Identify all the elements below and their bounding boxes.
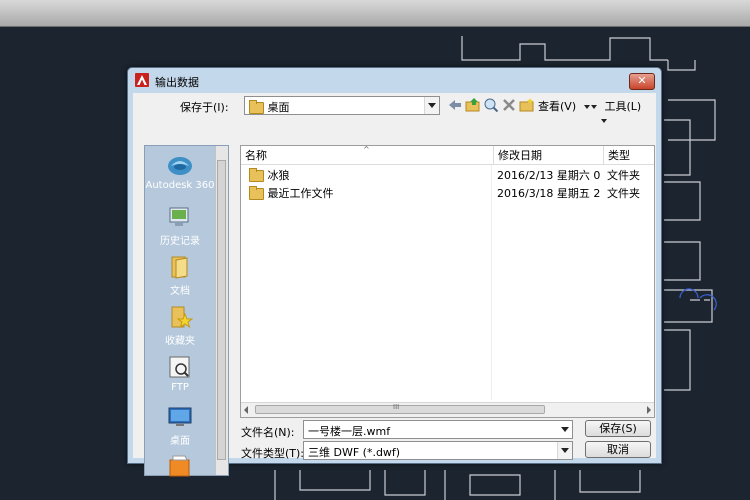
sort-up-icon: ^ — [363, 145, 370, 154]
dialog-client-area: 保存于(I): 桌面 查看(V) 工具(L) Autodesk 360 历史记录… — [133, 93, 656, 477]
place-history[interactable]: 历史记录 — [145, 204, 215, 247]
place-label: FTP — [171, 382, 189, 393]
chevron-down-icon — [557, 442, 572, 459]
places-bar: Autodesk 360 历史记录 文档 收藏夹 FTP 桌面 — [144, 145, 229, 477]
up-folder-icon — [465, 98, 480, 112]
scroll-grip: III — [393, 403, 400, 411]
autocad-app-icon — [135, 73, 149, 87]
file-type: 文件夹 — [607, 187, 640, 200]
close-button[interactable]: ✕ — [629, 73, 655, 90]
place-more[interactable] — [145, 452, 215, 480]
desktop-icon — [167, 404, 193, 430]
file-name: 最近工作文件 — [267, 187, 334, 200]
file-list: 名称 ^ 修改日期 类型 冰狼 2016/2/13 星期六 0... 文件夹 最… — [240, 145, 655, 418]
cad-top-toolbar — [0, 0, 750, 27]
chevron-down-icon — [558, 421, 572, 438]
scrollbar-thumb[interactable]: III — [255, 403, 545, 414]
documents-icon — [167, 254, 193, 280]
place-label: 文档 — [170, 286, 190, 297]
place-label: Autodesk 360 — [145, 180, 215, 191]
file-type-value: 三维 DWF (*.dwf) — [308, 446, 401, 459]
column-label: 名称 — [245, 149, 267, 162]
file-name-cell: 最近工作文件 — [249, 185, 334, 202]
place-ftp[interactable]: FTP — [145, 354, 215, 393]
favorites-icon — [167, 304, 194, 330]
save-button[interactable]: 保存(S) — [585, 420, 651, 437]
new-folder-button[interactable] — [519, 97, 535, 113]
scroll-right-icon[interactable] — [647, 406, 651, 414]
list-item[interactable]: 冰狼 2016/2/13 星期六 0... 文件夹 — [241, 167, 654, 184]
chevron-down-icon — [601, 119, 607, 123]
places-scrollbar[interactable] — [215, 146, 228, 475]
place-label: 历史记录 — [160, 236, 200, 247]
view-menu-label: 查看(V) — [538, 100, 577, 113]
file-name-input[interactable]: 一号楼一层.wmf — [303, 420, 573, 439]
place-favorites[interactable]: 收藏夹 — [145, 304, 215, 347]
place-label: 桌面 — [170, 436, 190, 447]
column-header-date[interactable]: 修改日期 — [494, 146, 604, 165]
folder-icon — [249, 168, 264, 182]
place-label: 收藏夹 — [165, 336, 195, 347]
delete-x-icon — [503, 99, 515, 111]
save-in-label: 保存于(I): — [180, 101, 229, 114]
search-web-button[interactable] — [483, 97, 499, 113]
save-in-value-wrap: 桌面 — [249, 99, 290, 115]
file-date: 2016/3/18 星期五 2... — [497, 187, 601, 200]
scrollbar-thumb[interactable] — [217, 160, 226, 460]
new-folder-icon — [519, 98, 534, 112]
scroll-left-icon[interactable] — [244, 406, 248, 414]
column-header-name[interactable]: 名称 ^ — [241, 146, 494, 165]
file-type-label: 文件类型(T): — [241, 447, 305, 460]
search-icon — [484, 98, 499, 113]
folder-icon — [249, 100, 264, 114]
back-arrow-icon — [449, 100, 461, 110]
cancel-button[interactable]: 取消 — [585, 441, 651, 458]
tools-menu-label: 工具(L) — [604, 100, 642, 113]
save-in-value: 桌面 — [267, 101, 290, 114]
place-documents[interactable]: 文档 — [145, 254, 215, 297]
file-date: 2016/2/13 星期六 0... — [497, 169, 601, 182]
tools-menu[interactable]: 工具(L) — [591, 98, 656, 123]
file-type-dropdown[interactable]: 三维 DWF (*.dwf) — [303, 441, 573, 460]
folder-icon — [249, 186, 264, 200]
column-label: 类型 — [608, 149, 630, 162]
chevron-down-icon — [591, 105, 597, 109]
file-name: 冰狼 — [267, 169, 290, 182]
save-in-dropdown[interactable]: 桌面 — [244, 96, 440, 115]
view-menu[interactable]: 查看(V) — [538, 98, 590, 114]
file-name-label: 文件名(N): — [241, 426, 295, 439]
place-autodesk-360[interactable]: Autodesk 360 — [145, 152, 215, 191]
list-item[interactable]: 最近工作文件 2016/3/18 星期五 2... 文件夹 — [241, 185, 654, 202]
history-icon — [167, 204, 193, 230]
horizontal-scrollbar[interactable]: III — [241, 402, 654, 417]
file-name-value: 一号楼一层.wmf — [308, 425, 391, 438]
cloud-icon — [167, 152, 193, 178]
dialog-titlebar: 输出数据 ✕ — [128, 68, 661, 93]
up-folder-button[interactable] — [465, 97, 481, 113]
dialog-title: 输出数据 — [155, 76, 199, 89]
column-label: 修改日期 — [498, 149, 542, 162]
back-button[interactable] — [447, 97, 463, 113]
place-desktop[interactable]: 桌面 — [145, 404, 215, 447]
file-type: 文件夹 — [607, 169, 640, 182]
folder-icon — [167, 452, 193, 478]
ftp-icon — [167, 354, 193, 380]
file-name-cell: 冰狼 — [249, 167, 290, 184]
export-data-dialog: 输出数据 ✕ 保存于(I): 桌面 查看(V) 工具(L) Autodesk 3… — [127, 67, 662, 477]
delete-button[interactable] — [501, 97, 517, 113]
chevron-down-icon — [583, 105, 590, 109]
column-header-type[interactable]: 类型 — [604, 146, 654, 165]
chevron-down-icon — [424, 97, 439, 114]
